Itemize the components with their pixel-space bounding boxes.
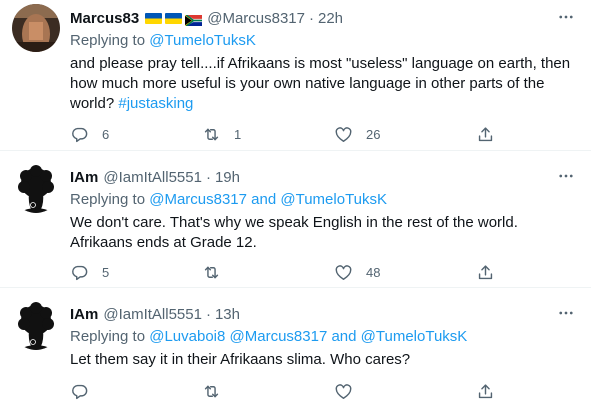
tweet-text-line: world? #justasking bbox=[70, 94, 577, 114]
handle[interactable]: @Marcus8317 bbox=[207, 10, 305, 27]
avatar[interactable] bbox=[12, 165, 60, 213]
like-button[interactable] bbox=[334, 382, 366, 401]
display-name[interactable]: IAm bbox=[70, 306, 98, 323]
reply-count: 6 bbox=[102, 127, 110, 142]
tweet-header: Marcus83 @Marcus8317 · 22h bbox=[70, 8, 577, 28]
tweet-actions bbox=[70, 382, 500, 402]
share-button[interactable] bbox=[476, 263, 495, 282]
like-icon bbox=[335, 265, 352, 280]
tweet-text-line: and please pray tell....if Afrikaans is … bbox=[70, 55, 571, 72]
like-button[interactable]: 48 bbox=[334, 263, 380, 282]
share-icon bbox=[478, 265, 493, 280]
hashtag-link[interactable]: #justasking bbox=[118, 95, 193, 112]
tweet-text: We don't care. That's why we speak Engli… bbox=[70, 213, 577, 253]
like-button[interactable]: 26 bbox=[334, 125, 380, 144]
replying-to: Replying to @Marcus8317 and @TumeloTuksK bbox=[70, 191, 577, 211]
retweet-icon bbox=[204, 385, 219, 398]
mention-link[interactable]: @Marcus8317 bbox=[149, 191, 247, 208]
south-africa-flag-icon bbox=[184, 13, 203, 27]
display-name[interactable]: Marcus83 bbox=[70, 10, 139, 27]
avatar[interactable] bbox=[12, 302, 60, 350]
tweet-text: Let them say it in their Afrikaans slima… bbox=[70, 350, 577, 370]
more-button[interactable] bbox=[555, 302, 577, 324]
tweet-actions: 5 48 bbox=[70, 263, 500, 283]
mention-link[interactable]: @Luvaboi8 bbox=[149, 328, 225, 345]
tweet-text-line: Let them say it in their Afrikaans slima… bbox=[70, 351, 411, 368]
share-icon bbox=[478, 127, 493, 142]
more-button[interactable] bbox=[555, 6, 577, 28]
like-count: 26 bbox=[366, 127, 381, 142]
tweet-text-line: We don't care. That's why we speak Engli… bbox=[70, 214, 518, 231]
replying-joiner: and bbox=[327, 328, 361, 345]
share-button[interactable] bbox=[476, 382, 495, 401]
retweet-icon bbox=[204, 128, 219, 141]
retweet-button[interactable]: 1 bbox=[202, 125, 241, 144]
handle[interactable]: @IamItAll5551 bbox=[103, 306, 202, 323]
more-icon bbox=[559, 174, 573, 178]
replying-joiner: and bbox=[247, 191, 281, 208]
reply-count: 5 bbox=[102, 265, 110, 280]
tweet-3[interactable]: IAm @IamItAll5551 · 13h Replying to @Luv… bbox=[0, 288, 591, 410]
mention-link[interactable]: @TumeloTuksK bbox=[149, 32, 256, 49]
reply-button[interactable]: 6 bbox=[70, 125, 109, 144]
retweet-count: 1 bbox=[234, 127, 242, 142]
reply-icon bbox=[72, 384, 88, 400]
timestamp[interactable]: 22h bbox=[318, 10, 343, 27]
share-button[interactable] bbox=[476, 125, 495, 144]
tweet-text-segment: world? bbox=[70, 95, 119, 112]
reply-button[interactable]: 5 bbox=[70, 263, 109, 282]
more-icon bbox=[559, 15, 573, 19]
more-button[interactable] bbox=[555, 165, 577, 187]
retweet-button[interactable] bbox=[202, 263, 234, 282]
mention-link[interactable]: @TumeloTuksK bbox=[280, 191, 387, 208]
separator-dot: · bbox=[205, 305, 211, 323]
tweet-actions: 6 1 26 bbox=[70, 125, 500, 145]
reply-button[interactable] bbox=[70, 382, 102, 401]
reply-icon bbox=[72, 127, 88, 143]
retweet-icon bbox=[204, 266, 219, 279]
tweet-text-line: Afrikaans ends at Grade 12. bbox=[70, 234, 257, 251]
separator-dot: · bbox=[205, 168, 211, 186]
like-count: 48 bbox=[366, 265, 381, 280]
tweet-2[interactable]: IAm @IamItAll5551 · 19h Replying to @Mar… bbox=[0, 151, 591, 283]
handle[interactable]: @IamItAll5551 bbox=[103, 169, 202, 186]
share-icon bbox=[478, 384, 493, 399]
ukraine-flag-icon bbox=[145, 12, 163, 24]
replying-to: Replying to @Luvaboi8 @Marcus8317 and @T… bbox=[70, 328, 577, 348]
retweet-button[interactable] bbox=[202, 382, 234, 401]
tweet-text-line: how much more useful is your own native … bbox=[70, 75, 545, 92]
name-flags bbox=[145, 12, 203, 27]
avatar[interactable] bbox=[12, 4, 60, 52]
display-name[interactable]: IAm bbox=[70, 169, 98, 186]
more-icon bbox=[559, 311, 573, 315]
like-icon bbox=[335, 127, 352, 142]
replying-to: Replying to @TumeloTuksK bbox=[70, 32, 577, 52]
reply-icon bbox=[72, 265, 88, 281]
tweet-header: IAm @IamItAll5551 · 19h bbox=[70, 167, 577, 187]
separator-dot: · bbox=[309, 9, 314, 27]
replying-label: Replying to bbox=[70, 32, 150, 49]
like-icon bbox=[335, 384, 352, 399]
mention-link[interactable]: @Marcus8317 bbox=[230, 328, 328, 345]
timestamp[interactable]: 13h bbox=[215, 306, 240, 323]
mention-link[interactable]: @TumeloTuksK bbox=[361, 328, 468, 345]
tweet-text: and please pray tell....if Afrikaans is … bbox=[70, 54, 577, 114]
timestamp[interactable]: 19h bbox=[215, 169, 240, 186]
tweet-1[interactable]: Marcus83 @Marcus8317 · 22h Replying to @… bbox=[0, 0, 591, 143]
tweet-header: IAm @IamItAll5551 · 13h bbox=[70, 304, 577, 324]
ukraine-flag-icon bbox=[165, 12, 183, 24]
replying-label: Replying to bbox=[70, 328, 150, 345]
replying-label: Replying to bbox=[70, 191, 150, 208]
